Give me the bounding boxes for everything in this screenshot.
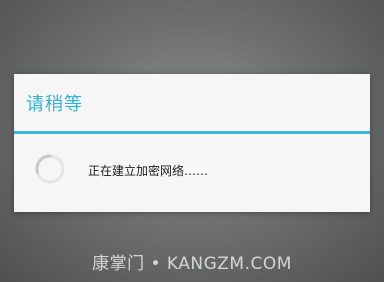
dialog-message: 正在建立加密网络…… xyxy=(88,164,209,178)
watermark: 康掌门 • KANGZM.COM xyxy=(92,254,292,274)
loading-spinner-icon xyxy=(34,153,66,185)
dialog-title: 请稍等 xyxy=(26,94,83,115)
title-divider xyxy=(14,131,370,134)
progress-dialog: 请稍等 正在建立加密网络…… xyxy=(14,74,370,212)
